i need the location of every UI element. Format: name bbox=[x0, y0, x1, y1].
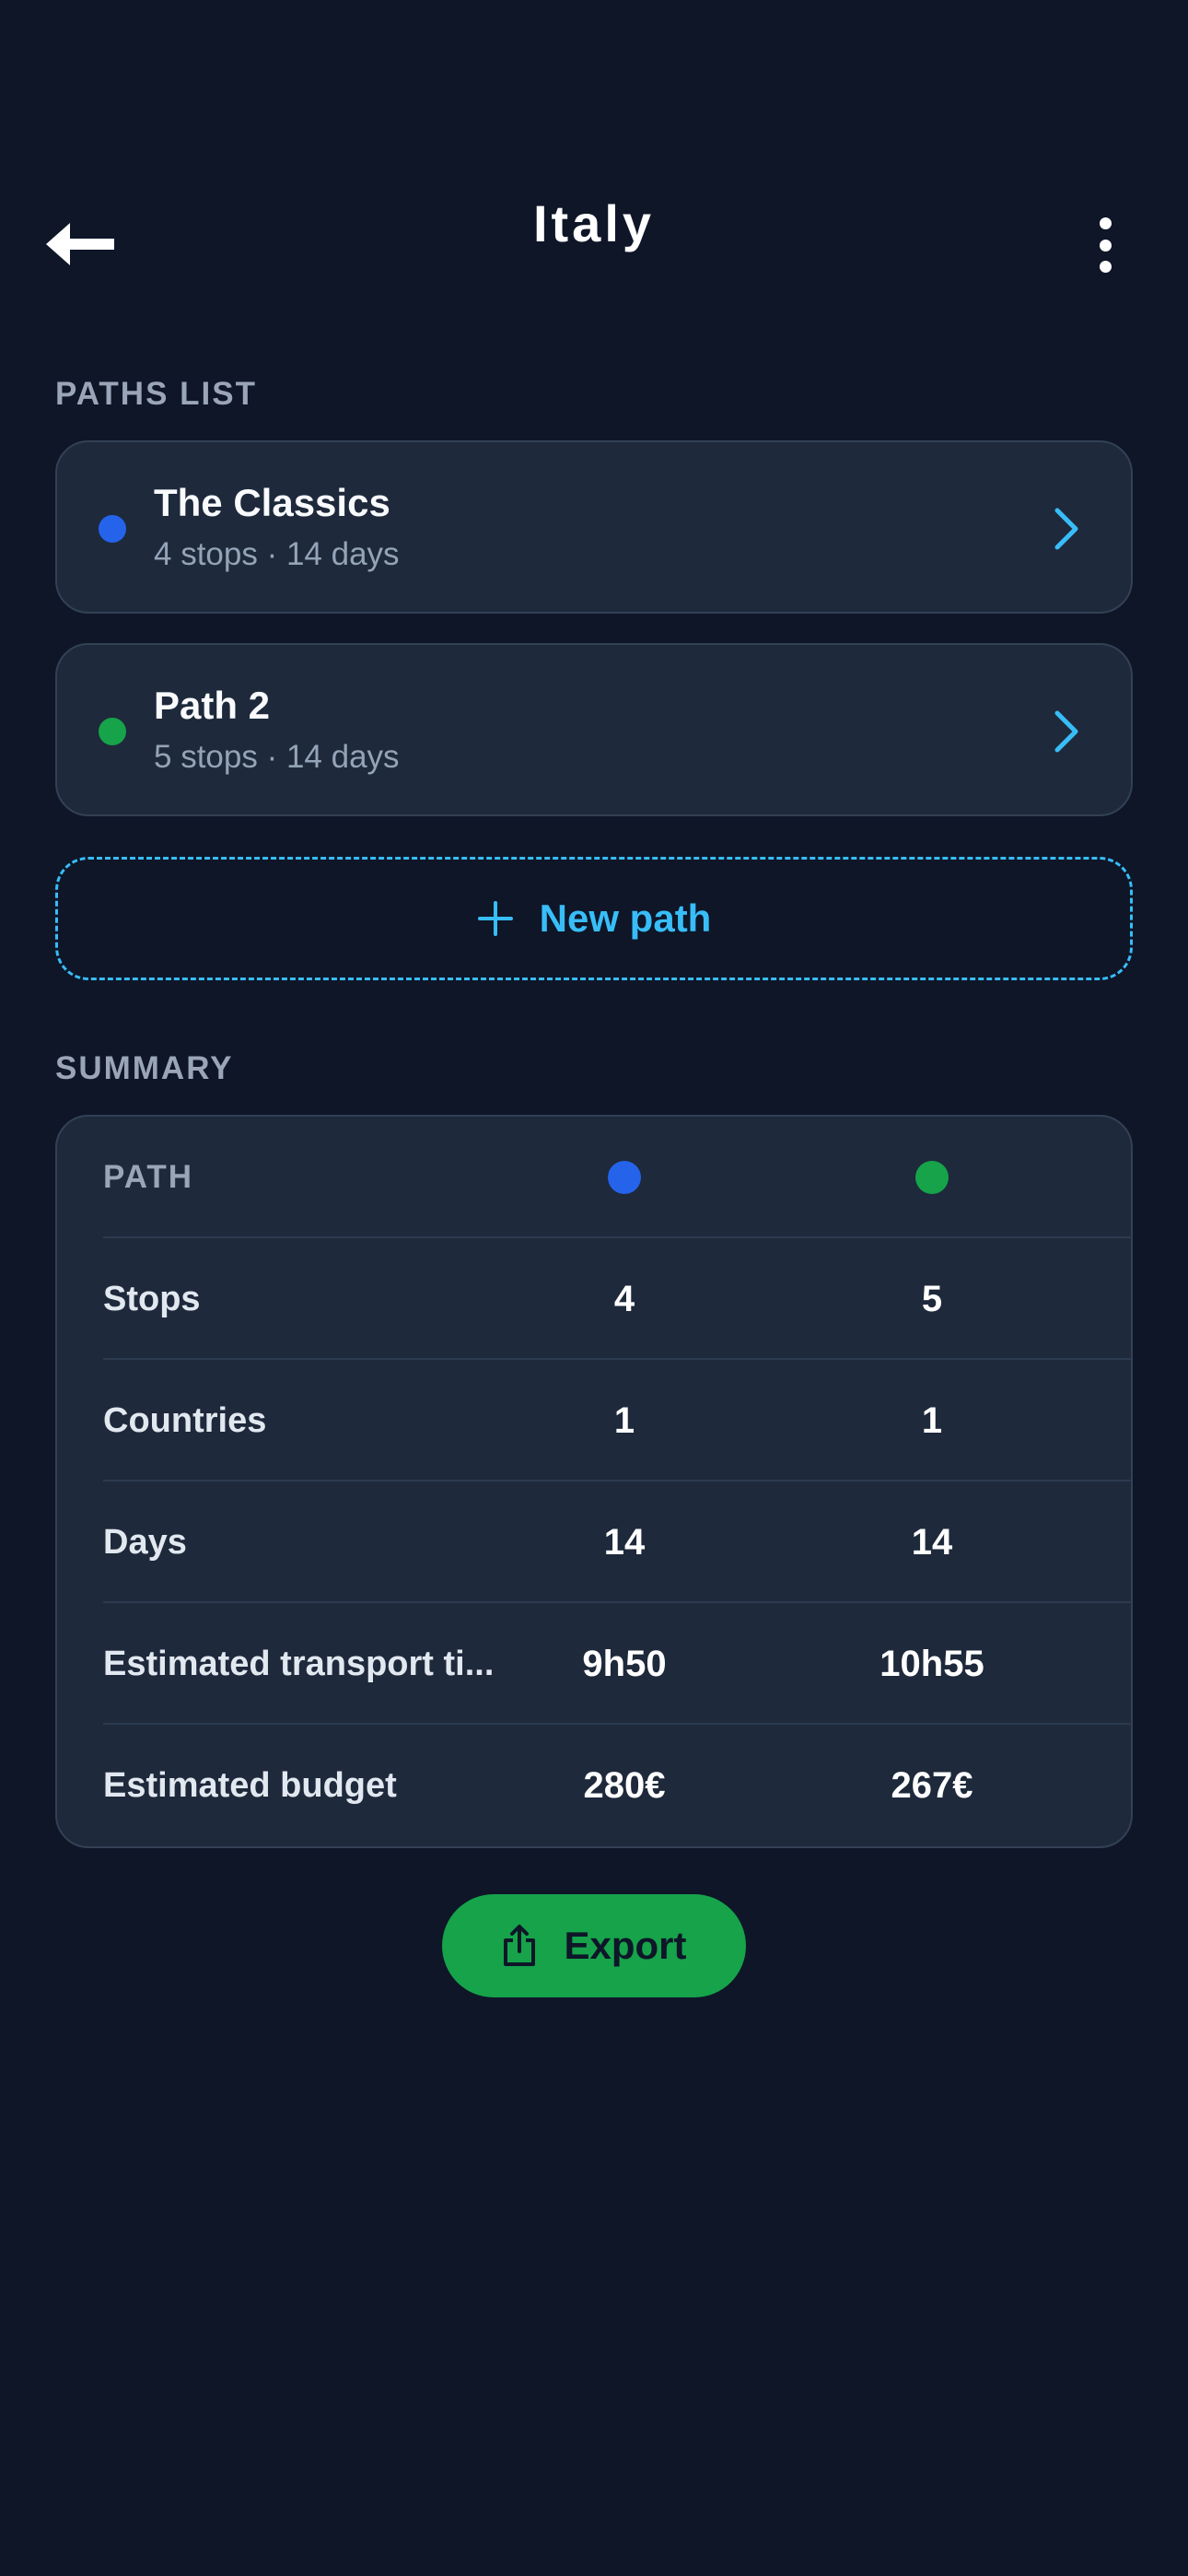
path-card-path-2[interactable]: Path 2 5 stops · 14 days bbox=[55, 643, 1133, 816]
chevron-right-icon bbox=[1054, 508, 1078, 550]
paths-list-label: PATHS LIST bbox=[55, 376, 257, 412]
plus-icon bbox=[477, 901, 513, 936]
row-label: Countries bbox=[103, 1401, 267, 1440]
summary-row-transport-time: Estimated transport ti... 9h50 10h55 bbox=[57, 1603, 1131, 1725]
path-name: The Classics bbox=[154, 481, 390, 524]
summary-row-budget: Estimated budget 280€ 267€ bbox=[57, 1725, 1131, 1846]
path-meta: 4 stops · 14 days bbox=[154, 536, 400, 572]
summary-table: PATH Stops 4 5 Countries 1 1 Days 14 14 … bbox=[55, 1115, 1133, 1848]
summary-label: SUMMARY bbox=[55, 1050, 234, 1086]
row-value: 14 bbox=[603, 1522, 646, 1563]
more-vertical-icon-dot bbox=[1099, 261, 1112, 273]
export-label: Export bbox=[564, 1924, 687, 1967]
more-vertical-icon-dot bbox=[1099, 239, 1112, 252]
row-label: Estimated budget bbox=[103, 1766, 397, 1805]
page-title: Italy bbox=[532, 194, 656, 252]
new-path-button[interactable]: New path bbox=[55, 857, 1133, 980]
new-path-label: New path bbox=[539, 896, 712, 940]
row-value: 1 bbox=[921, 1400, 943, 1441]
summary-row-countries: Countries 1 1 bbox=[57, 1360, 1131, 1481]
row-value: 280€ bbox=[583, 1765, 666, 1806]
path-card-the-classics[interactable]: The Classics 4 stops · 14 days bbox=[55, 440, 1133, 614]
summary-header-row: PATH bbox=[57, 1117, 1131, 1238]
row-label: Estimated transport ti... bbox=[103, 1645, 495, 1683]
row-value: 267€ bbox=[891, 1765, 973, 1806]
path-name: Path 2 bbox=[154, 684, 271, 727]
more-vertical-icon bbox=[1099, 217, 1112, 229]
path-color-dot bbox=[608, 1161, 641, 1194]
row-value: 4 bbox=[613, 1279, 635, 1319]
row-value: 5 bbox=[921, 1279, 943, 1319]
chevron-right-icon bbox=[1054, 710, 1078, 753]
row-value: 14 bbox=[911, 1522, 953, 1563]
path-color-dot bbox=[99, 718, 126, 745]
summary-row-days: Days 14 14 bbox=[57, 1481, 1131, 1603]
row-value: 1 bbox=[613, 1400, 635, 1441]
row-value: 10h55 bbox=[879, 1644, 984, 1684]
summary-row-stops: Stops 4 5 bbox=[57, 1238, 1131, 1360]
path-overview-screen: Italy PATHS LIST The Classics 4 stops · … bbox=[0, 0, 1188, 2576]
more-menu-button[interactable] bbox=[1087, 217, 1124, 273]
share-icon bbox=[504, 1925, 536, 1966]
export-button[interactable]: Export bbox=[442, 1894, 746, 1997]
row-label: Stops bbox=[103, 1280, 201, 1318]
row-label: Days bbox=[103, 1523, 187, 1562]
path-meta: 5 stops · 14 days bbox=[154, 739, 400, 775]
path-color-dot bbox=[915, 1161, 949, 1194]
header: Italy bbox=[0, 184, 1188, 304]
row-value: 9h50 bbox=[582, 1644, 667, 1684]
path-color-dot bbox=[99, 515, 126, 543]
summary-header-label: PATH bbox=[103, 1159, 194, 1195]
